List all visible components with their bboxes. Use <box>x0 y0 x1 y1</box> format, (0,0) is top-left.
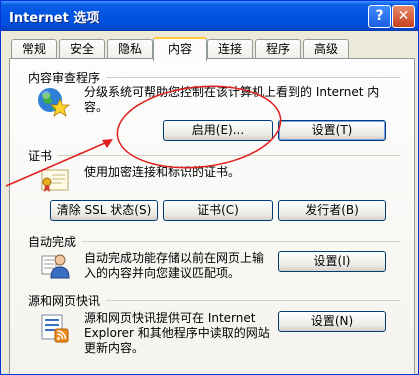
help-button[interactable]: ? <box>368 5 391 28</box>
feeds-settings-button[interactable]: 设置(N) <box>278 311 386 332</box>
publishers-button[interactable]: 发行者(B) <box>278 200 386 221</box>
content-advisor-title: 内容审查程序 <box>28 71 101 85</box>
section-divider <box>82 241 400 242</box>
close-button[interactable]: ✕ <box>392 5 415 28</box>
certificates-title: 证书 <box>28 149 53 163</box>
section-divider <box>106 77 400 78</box>
feeds-list-icon <box>40 313 70 346</box>
tab-strip: 常规 安全 隐私 内容 连接 程序 高级 <box>9 37 409 61</box>
content-tab-panel: 内容审查程序 分级系统可帮助您控制在该计算机上看到的 Internet 内 容。… <box>9 58 415 374</box>
feeds-description: 源和网页快讯提供可在 Internet Explorer 和其他程序中读取的网站… <box>84 311 270 355</box>
autocomplete-settings-button[interactable]: 设置(I) <box>278 251 386 272</box>
feeds-title: 源和网页快讯 <box>28 294 101 308</box>
tab-advanced[interactable]: 高级 <box>303 39 349 58</box>
globe-star-icon <box>36 85 71 122</box>
tab-programs[interactable]: 程序 <box>255 39 301 58</box>
enable-button[interactable]: 启用(E)... <box>163 120 273 141</box>
autocomplete-title: 自动完成 <box>28 235 77 249</box>
tab-security[interactable]: 安全 <box>59 39 105 58</box>
content-advisor-description: 分级系统可帮助您控制在该计算机上看到的 Internet 内 容。 <box>84 85 380 114</box>
internet-options-dialog: Internet 选项 ? ✕ 常规 安全 隐私 内容 连接 程序 高级 内容审… <box>0 0 419 375</box>
tab-general[interactable]: 常规 <box>11 39 57 58</box>
clear-ssl-state-button[interactable]: 清除 SSL 状态(S) <box>50 200 158 221</box>
content-advisor-settings-button[interactable]: 设置(T) <box>278 120 386 141</box>
title-bar[interactable]: Internet 选项 ? ✕ <box>1 1 418 31</box>
tab-connections[interactable]: 连接 <box>207 39 253 58</box>
certificates-button[interactable]: 证书(C) <box>163 200 273 221</box>
window-title: Internet 选项 <box>9 11 100 26</box>
section-divider <box>106 300 400 301</box>
certificate-icon <box>40 167 70 198</box>
tab-content[interactable]: 内容 <box>153 37 207 61</box>
tab-privacy[interactable]: 隐私 <box>107 39 153 58</box>
certificates-description: 使用加密连接和标识的证书。 <box>84 165 241 179</box>
autocomplete-description: 自动完成功能存储以前在网页上输 入的内容并向您建议匹配项。 <box>84 251 265 280</box>
section-divider <box>58 155 400 156</box>
autocomplete-user-icon <box>40 250 70 283</box>
